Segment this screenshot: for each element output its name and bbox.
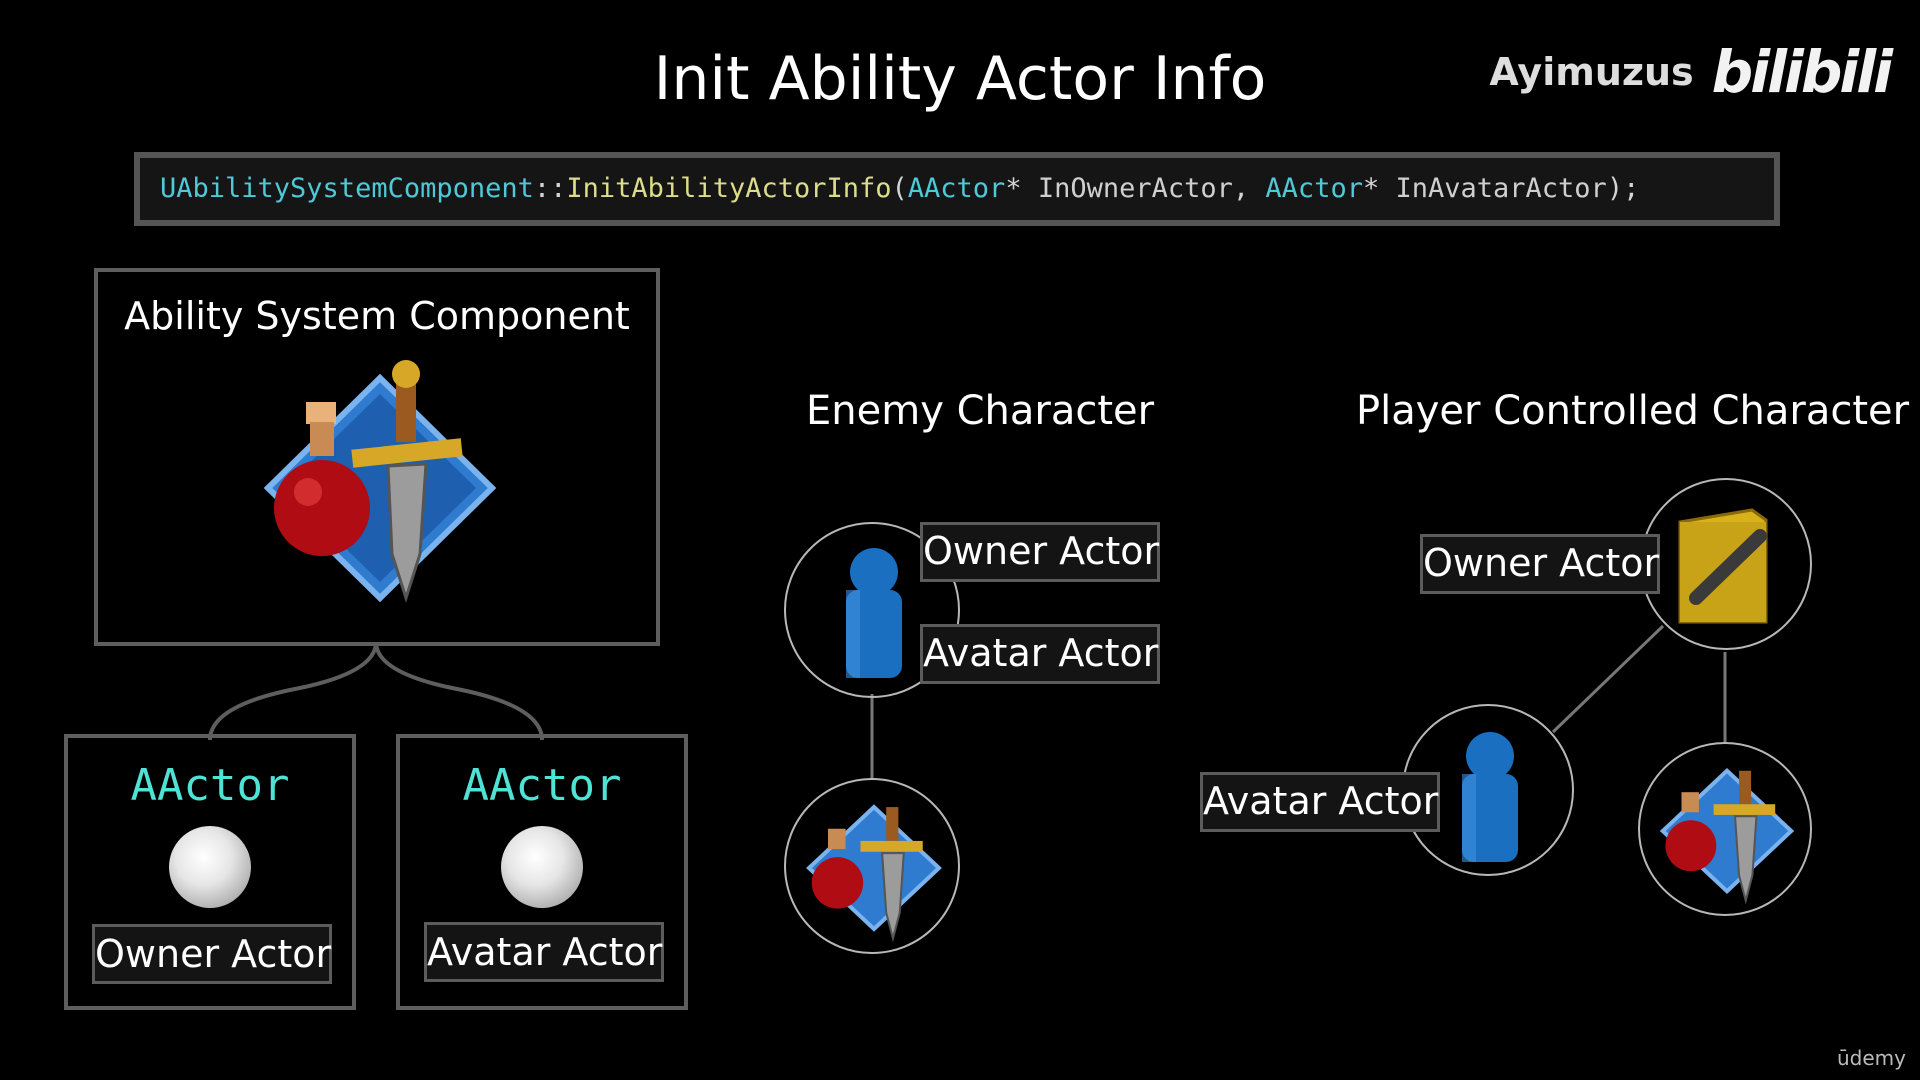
aactor-type-label: AActor [130, 760, 290, 811]
player-avatar-actor-label: Avatar Actor [1200, 772, 1440, 832]
aactor-owner-box: AActor Owner Actor [64, 734, 356, 1010]
ability-system-icon [250, 358, 510, 618]
owner-actor-label: Owner Actor [92, 924, 332, 984]
asc-panel-title: Ability System Component [124, 294, 630, 338]
enemy-avatar-actor-label: Avatar Actor [920, 624, 1160, 684]
enemy-asc-circle [784, 778, 960, 954]
player-state-circle [1640, 478, 1812, 650]
actor-sphere-icon [169, 826, 251, 908]
actor-sphere-icon [501, 826, 583, 908]
enemy-owner-actor-label: Owner Actor [920, 522, 1160, 582]
aactor-avatar-box: AActor Avatar Actor [396, 734, 688, 1010]
player-character-heading: Player Controlled Character [1356, 388, 1910, 434]
enemy-character-heading: Enemy Character [806, 388, 1155, 434]
udemy-logo: ūdemy [1837, 1046, 1906, 1070]
ability-system-icon [1659, 768, 1795, 905]
ability-system-icon [806, 804, 942, 943]
ability-system-component-panel: Ability System Component [94, 268, 660, 646]
aactor-type-label: AActor [462, 760, 622, 811]
avatar-actor-label: Avatar Actor [424, 922, 664, 982]
player-state-icon [1678, 508, 1768, 624]
player-asc-circle [1638, 742, 1812, 916]
player-owner-actor-label: Owner Actor [1420, 534, 1660, 594]
